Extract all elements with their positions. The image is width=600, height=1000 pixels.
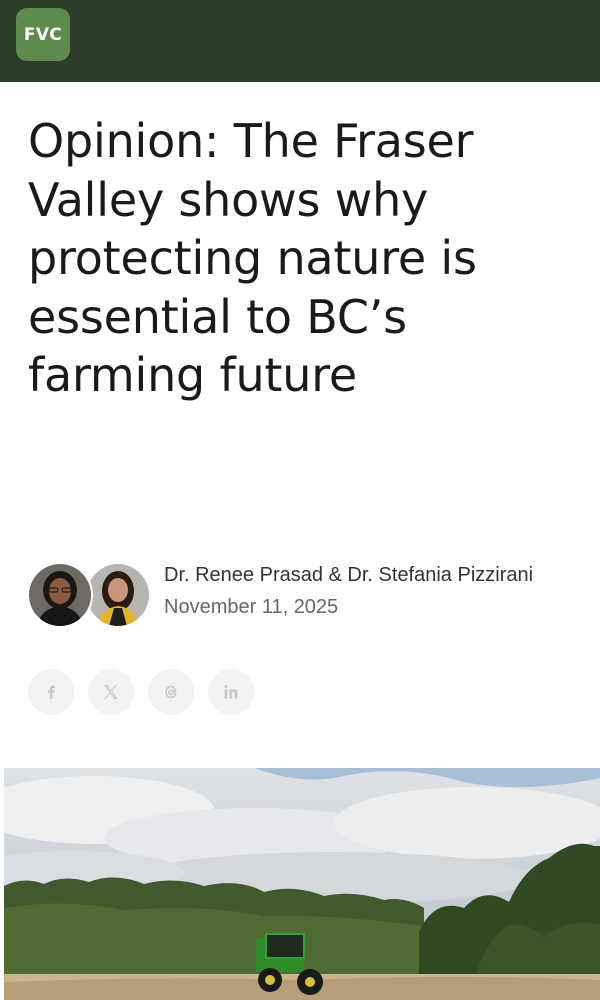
logo-text: FVC	[23, 24, 63, 45]
menu-button[interactable]	[520, 18, 590, 60]
hero-image	[4, 768, 600, 1000]
author-names[interactable]: Dr. Renee Prasad & Dr. Stefania Pizziran…	[164, 560, 584, 590]
x-icon	[104, 685, 118, 699]
byline: Dr. Renee Prasad & Dr. Stefania Pizziran…	[164, 560, 584, 622]
publish-date: November 11, 2025	[164, 596, 339, 618]
avatar	[85, 562, 151, 628]
avatar	[27, 562, 93, 628]
article-title: Opinion: The Fraser Valley shows why pro…	[28, 114, 477, 402]
author-avatars	[27, 562, 151, 630]
share-threads-button[interactable]	[148, 669, 194, 715]
site-logo[interactable]: FVC	[16, 8, 70, 61]
linkedin-icon	[224, 685, 238, 699]
top-bar: FVC	[0, 0, 600, 82]
share-x-button[interactable]	[88, 669, 134, 715]
facebook-icon	[48, 685, 55, 699]
share-linkedin-button[interactable]	[208, 669, 254, 715]
threads-icon	[165, 685, 177, 699]
share-bar	[28, 669, 254, 715]
share-facebook-button[interactable]	[28, 669, 74, 715]
